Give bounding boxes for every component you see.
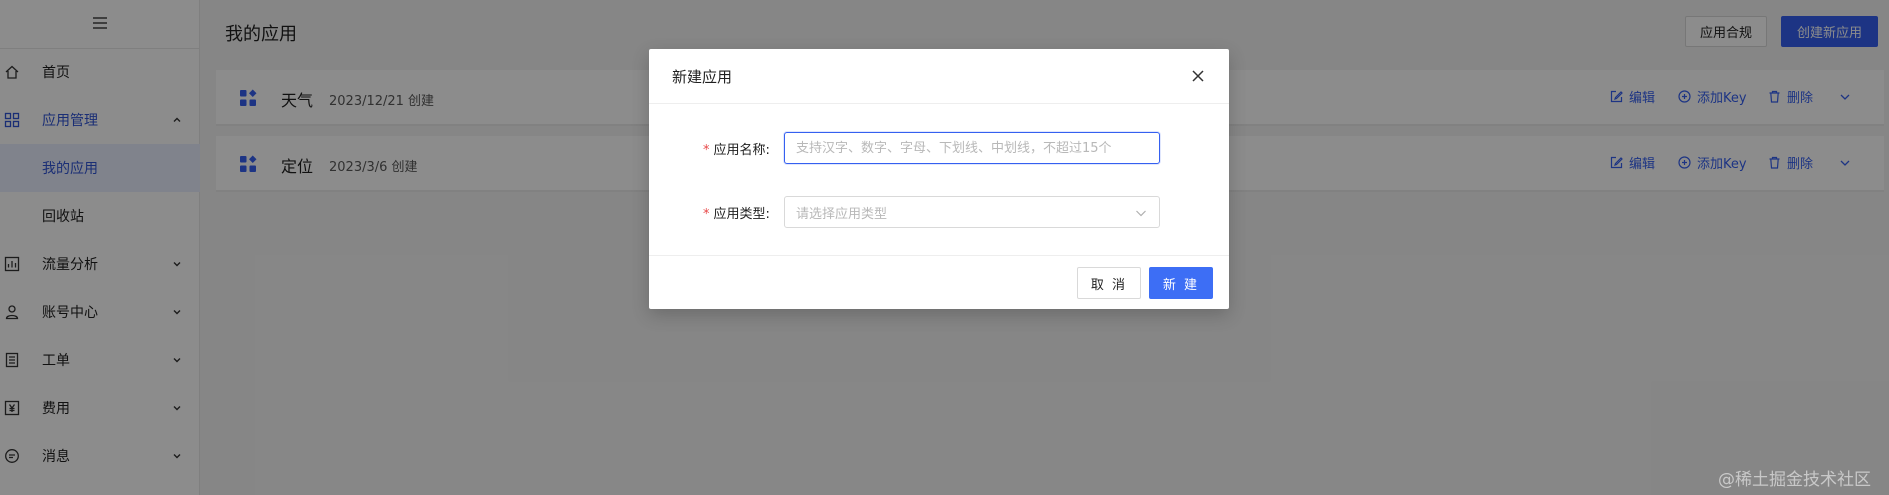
app-name-label-text: 应用名称: (713, 143, 770, 158)
app-name-input[interactable] (784, 132, 1160, 164)
chevron-down-icon (1135, 207, 1147, 223)
create-app-dialog: 新建应用 *应用名称: *应用类型: 请选择应用类型 取 消 新 建 (649, 49, 1229, 309)
create-button[interactable]: 新 建 (1149, 267, 1213, 299)
app-type-placeholder: 请选择应用类型 (796, 206, 888, 222)
dialog-header: 新建应用 (649, 49, 1229, 104)
required-mark: * (703, 143, 710, 158)
dialog-footer (649, 255, 1229, 309)
watermark: @稀土掘金技术社区 (1718, 470, 1871, 490)
dialog-title: 新建应用 (672, 68, 733, 86)
app-type-label-text: 应用类型: (713, 207, 770, 222)
required-mark: * (703, 207, 710, 222)
cancel-button[interactable]: 取 消 (1077, 267, 1141, 299)
close-icon[interactable] (1188, 66, 1208, 86)
app-type-select[interactable]: 请选择应用类型 (784, 196, 1160, 228)
app-type-label: * 应用类型: (703, 203, 770, 222)
app-name-label: * 应用名称: (703, 139, 770, 158)
